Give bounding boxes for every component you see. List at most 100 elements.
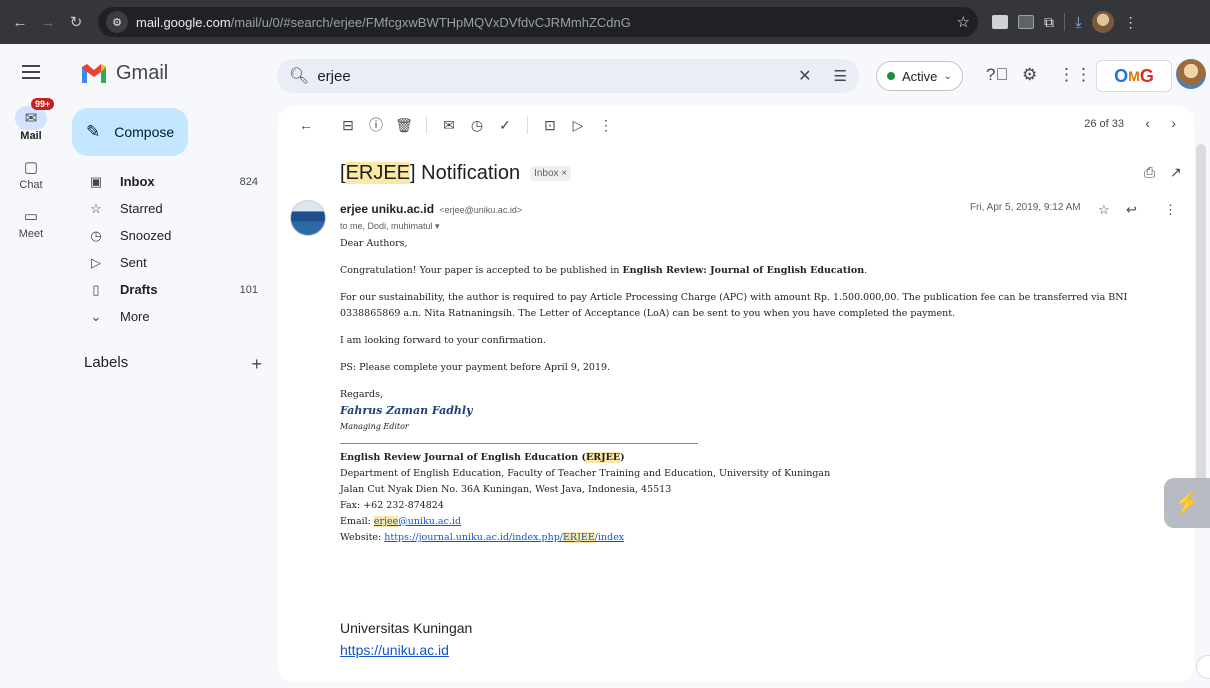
rail-chat-label: Chat — [19, 179, 43, 191]
nav-item-sent[interactable]: ▷ Sent — [72, 249, 270, 276]
paragraph: For our sustainability, the author is re… — [340, 292, 1128, 319]
gmail-m-icon — [80, 63, 108, 85]
inbox-label-chip[interactable]: Inbox × — [530, 166, 572, 181]
paragraph: I am looking forward to your confirmatio… — [340, 335, 546, 346]
archive-icon[interactable]: ⊟ — [334, 117, 362, 134]
url-path: /mail/u/0/#search/erjee/FMfcgxwBWTHpMQVx… — [230, 14, 631, 30]
report-spam-icon[interactable]: ⓘ — [362, 115, 390, 135]
divider — [527, 116, 528, 134]
greeting: Dear Authors, — [340, 238, 408, 249]
org-website: Website: https://journal.uniku.ac.id/ind… — [340, 532, 625, 543]
extension-icon[interactable] — [992, 15, 1008, 29]
open-in-new-window-icon[interactable]: ↗ — [1170, 164, 1182, 181]
newer-chevron-icon[interactable]: ‹ — [1145, 115, 1150, 131]
sender-name[interactable]: erjee uniku.ac.id — [340, 202, 434, 216]
rail-meet[interactable]: ▭ Meet — [0, 204, 62, 240]
more-options-icon[interactable]: ⋮ — [592, 117, 620, 134]
extension-icon[interactable] — [1018, 15, 1034, 29]
delete-icon[interactable]: 🗑︎ — [390, 117, 418, 134]
back-icon[interactable]: ← — [292, 117, 320, 133]
main-menu-icon[interactable] — [22, 65, 40, 83]
sender-line: erjee uniku.ac.id <erjee@uniku.ac.id> — [340, 202, 522, 216]
browser-menu-icon[interactable]: ⋮ — [1124, 14, 1138, 31]
rail-mail[interactable]: ✉ 99+ Mail — [0, 98, 62, 142]
gmail-logo[interactable]: Gmail — [80, 62, 168, 85]
bookmark-star-icon[interactable]: ☆ — [957, 13, 970, 31]
move-to-icon[interactable]: ⊡ — [536, 117, 564, 134]
mark-unread-icon[interactable]: ✉ — [435, 117, 463, 134]
nav-item-drafts[interactable]: ▯ Drafts 101 — [72, 276, 270, 303]
recipients-line[interactable]: to me, Dodi, muhimatul ▾ — [340, 221, 440, 232]
account-avatar[interactable] — [1176, 59, 1206, 89]
settings-gear-icon[interactable]: ⚙ — [1022, 65, 1037, 85]
download-icon[interactable]: ⤓ — [1075, 14, 1082, 31]
search-icon[interactable]: 🔍︎ — [289, 66, 309, 86]
nav-item-label: Snoozed — [120, 228, 172, 243]
nav-item-label: Drafts — [120, 282, 158, 297]
status-label: Active — [902, 68, 938, 84]
compose-button[interactable]: ✎ Compose — [72, 108, 188, 156]
star-icon: ☆ — [90, 200, 102, 216]
url-host: mail.google.com — [136, 14, 231, 30]
inbox-icon: ▣ — [89, 173, 103, 189]
extensions-area: ⧉ ⤓ ⋮ — [992, 11, 1138, 33]
reply-icon[interactable]: ↩ — [1126, 202, 1137, 218]
signature-role: Managing Editor — [340, 422, 409, 431]
scrollbar[interactable] — [1196, 144, 1206, 518]
search-highlight: ERJEE — [345, 162, 411, 184]
nav-item-inbox[interactable]: ▣ Inbox 824 — [72, 168, 270, 195]
regards: Regards, — [340, 389, 384, 400]
gmail-header: Gmail 🔍︎ ✕ ☰ Active ⌄ ?⃝ ⚙ ⋮⋮⋮ OMG — [0, 44, 1210, 106]
label-icon[interactable]: ▷ — [564, 117, 592, 134]
status-dropdown[interactable]: Active ⌄ — [876, 61, 963, 91]
nav-item-count: 101 — [239, 283, 258, 296]
rail-meet-label: Meet — [18, 228, 44, 240]
send-icon: ▷ — [91, 254, 101, 270]
search-input[interactable] — [317, 67, 791, 85]
site-info-icon[interactable]: ⚙ — [106, 11, 128, 33]
address-bar[interactable]: ⚙ mail.google.com/mail/u/0/#search/erjee… — [98, 7, 978, 37]
nav-item-more[interactable]: ⌄ More — [72, 303, 270, 330]
status-dot-icon — [887, 72, 895, 80]
profile-avatar[interactable] — [1091, 11, 1114, 33]
pagination-text: 26 of 33 — [1084, 118, 1124, 130]
star-icon[interactable]: ☆ — [1098, 202, 1110, 218]
reload-icon[interactable]: ↻ — [64, 10, 88, 34]
org-name: English Review Journal of English Educat… — [340, 452, 625, 463]
sender-email: <erjee@uniku.ac.id> — [439, 205, 523, 215]
divider — [1064, 13, 1065, 31]
unread-badge: 99+ — [31, 98, 55, 110]
nav-item-snoozed[interactable]: ◷ Snoozed — [72, 222, 270, 249]
draft-icon: ▯ — [92, 281, 100, 297]
back-arrow-icon[interactable]: ← — [8, 10, 32, 34]
organization-logo[interactable]: OMG — [1096, 60, 1172, 92]
message-more-icon[interactable]: ⋮ — [1164, 202, 1177, 218]
org-department: Department of English Education, Faculty… — [340, 468, 831, 479]
print-icon[interactable]: ⎙ — [1144, 164, 1155, 181]
footer-link[interactable]: https://uniku.ac.id — [340, 642, 472, 658]
search-options-icon[interactable]: ☰ — [834, 67, 847, 85]
signature-divider — [340, 443, 698, 444]
clear-search-icon[interactable]: ✕ — [798, 66, 811, 86]
paragraph: PS: Please complete your payment before … — [340, 362, 611, 373]
help-icon[interactable]: ?⃝ — [986, 65, 1008, 85]
older-chevron-icon[interactable]: › — [1171, 115, 1176, 131]
sender-avatar — [290, 200, 326, 236]
nav-item-starred[interactable]: ☆ Starred — [72, 195, 270, 222]
side-panel-toggle[interactable] — [1196, 655, 1210, 679]
puzzle-icon[interactable]: ⧉ — [1044, 14, 1054, 31]
divider — [426, 116, 427, 134]
forward-arrow-icon[interactable]: → — [36, 10, 60, 34]
rail-chat[interactable]: ▢ Chat — [0, 155, 62, 191]
video-camera-icon: ▭ — [23, 208, 39, 225]
website-link[interactable]: https://journal.uniku.ac.id/index.php/ER… — [384, 532, 624, 543]
floating-extension-button[interactable]: ⚡ — [1164, 478, 1210, 528]
labels-header: Labels + — [84, 354, 262, 375]
folder-list: ▣ Inbox 824 ☆ Starred ◷ Snoozed ▷ Sent ▯… — [72, 168, 270, 330]
gmail-wordmark: Gmail — [116, 62, 169, 84]
nav-item-label: More — [120, 309, 150, 324]
snooze-icon[interactable]: ◷ — [463, 117, 491, 134]
add-task-icon[interactable]: ✓ — [491, 117, 519, 134]
add-label-icon[interactable]: + — [251, 354, 262, 375]
email-link[interactable]: erjee@uniku.ac.id — [373, 516, 461, 527]
